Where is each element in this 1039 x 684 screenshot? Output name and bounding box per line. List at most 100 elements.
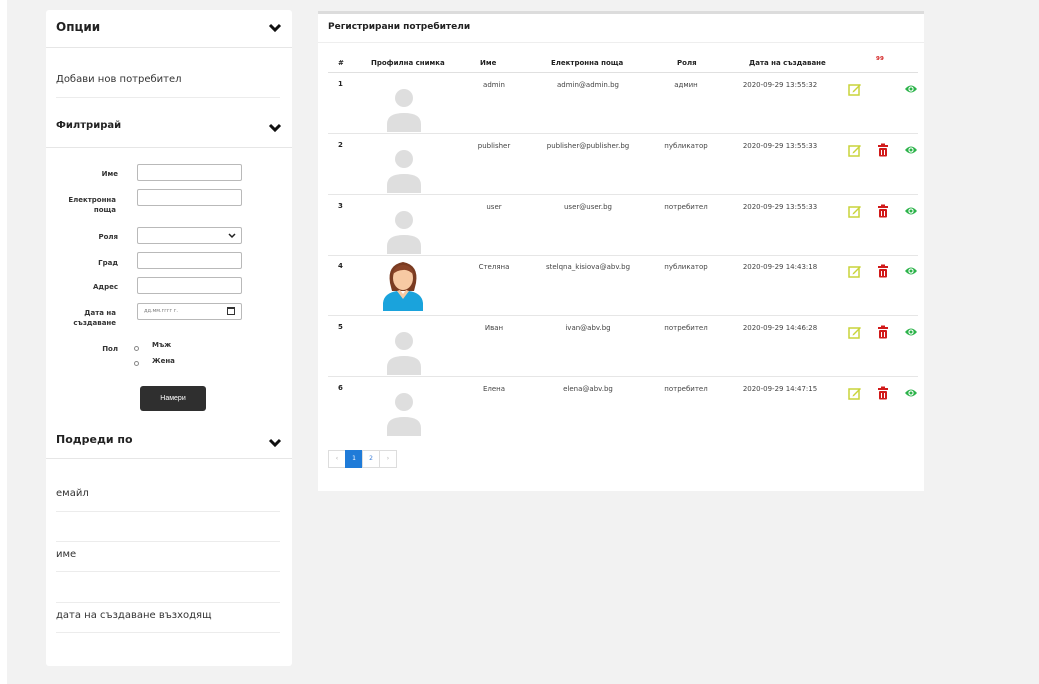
chevron-down-icon[interactable] [268,22,282,34]
user-created: 2020-09-29 13:55:32 [742,81,818,89]
calendar-icon[interactable] [227,307,235,315]
sort-option-name[interactable]: име [56,549,280,572]
col-header-role: Роля [677,59,697,67]
title-divider [318,42,924,43]
avatar-woman-icon [381,257,425,311]
name-input[interactable] [137,164,242,181]
city-label: Град [98,259,118,267]
row-number: 1 [338,80,343,88]
chevron-down-icon[interactable] [268,122,282,134]
sort-option-date[interactable]: дата на създаване възходящ [56,610,280,633]
row-divider [328,315,918,316]
user-created: 2020-09-29 14:47:15 [742,385,818,393]
name-label: Име [101,170,118,178]
user-email: stelqna_kisiova@abv.bg [545,263,631,271]
user-name: admin [483,81,505,89]
user-email: publisher@publisher.bg [546,142,630,150]
gender-label: Пол [102,345,118,353]
avatar-placeholder-icon [384,331,424,375]
user-name: Стеляна [478,263,510,271]
col-header-num: # [338,59,344,67]
filter-header[interactable]: Филтрирай [46,110,292,148]
edit-icon[interactable] [848,81,862,96]
edit-icon[interactable] [848,324,862,339]
user-created: 2020-09-29 14:46:28 [742,324,818,332]
user-role: публикатор [664,263,708,271]
sort-header[interactable]: Подреди по [46,422,292,459]
sort-option-label: дата на създаване възходящ [56,610,212,621]
sort-title: Подреди по [56,433,133,446]
col-header-created: Дата на създаване [749,59,826,67]
edit-icon[interactable] [848,385,862,400]
col-header-actions-marker: ⁹⁹ [876,56,884,66]
user-email: elena@abv.bg [563,385,613,393]
user-email: user@user.bg [563,203,612,211]
row-divider [328,376,918,377]
user-name: user [486,203,502,211]
user-created: 2020-09-29 13:55:33 [742,142,818,150]
pagination-page-1[interactable]: 1 [345,450,363,468]
filter-title: Филтрирай [56,120,122,131]
sort-option-email[interactable]: емайл [56,488,280,512]
sort-option-label: име [56,549,77,560]
delete-icon[interactable] [876,324,890,339]
header-divider [328,72,918,73]
col-header-photo: Профилна снимка [371,59,445,67]
role-label: Роля [98,233,118,241]
edit-icon[interactable] [848,203,862,218]
avatar-placeholder-icon [384,149,424,193]
avatar-placeholder-icon [384,210,424,254]
view-icon[interactable] [904,324,918,338]
date-placeholder: дд.мм.гггг г. [144,308,178,314]
role-select[interactable] [137,227,242,244]
view-icon[interactable] [904,203,918,217]
view-icon[interactable] [904,263,918,277]
delete-icon[interactable] [876,142,890,157]
delete-icon[interactable] [876,385,890,400]
user-role: потребител [664,385,708,393]
row-number: 6 [338,384,343,392]
options-panel: Опции Добави нов потребител Филтрирай Им… [46,10,292,666]
radio-male[interactable] [134,346,139,351]
date-input[interactable]: дд.мм.гггг г. [137,303,242,320]
email-label: Електронна поща [68,196,116,214]
chevron-down-icon[interactable] [268,437,282,449]
user-created: 2020-09-29 14:43:18 [742,263,818,271]
row-number: 4 [338,262,343,270]
pagination-prev[interactable]: ‹ [328,450,346,468]
radio-male-label: Мъж [152,341,172,349]
user-role: потребител [664,324,708,332]
email-input[interactable] [137,189,242,206]
delete-icon[interactable] [876,203,890,218]
pagination-page-2[interactable]: 2 [362,450,380,468]
options-header[interactable]: Опции [46,10,292,48]
row-divider [328,255,918,256]
chevron-down-icon [228,233,236,239]
delete-icon[interactable] [876,263,890,278]
user-created: 2020-09-29 13:55:33 [742,203,818,211]
row-number: 3 [338,202,343,210]
options-title: Опции [56,20,101,34]
radio-female-label: Жена [152,357,175,365]
avatar-placeholder-icon [384,88,424,132]
search-button[interactable]: Намери [140,386,206,411]
pagination-next[interactable]: › [379,450,397,468]
add-user-link[interactable]: Добави нов потребител [56,74,280,98]
created-label: Дата на създаване [73,309,116,327]
view-icon[interactable] [904,81,918,95]
edit-icon[interactable] [848,142,862,157]
view-icon[interactable] [904,142,918,156]
user-role: публикатор [664,142,708,150]
edit-icon[interactable] [848,263,862,278]
radio-female[interactable] [134,361,139,366]
view-icon[interactable] [904,385,918,399]
address-input[interactable] [137,277,242,294]
row-divider [328,133,918,134]
add-user-label: Добави нов потребител [56,74,182,85]
row-number: 5 [338,323,343,331]
address-label: Адрес [93,283,118,291]
user-role: потребител [664,203,708,211]
col-header-email: Електронна поща [551,59,624,67]
city-input[interactable] [137,252,242,269]
user-email: admin@admin.bg [557,81,619,89]
